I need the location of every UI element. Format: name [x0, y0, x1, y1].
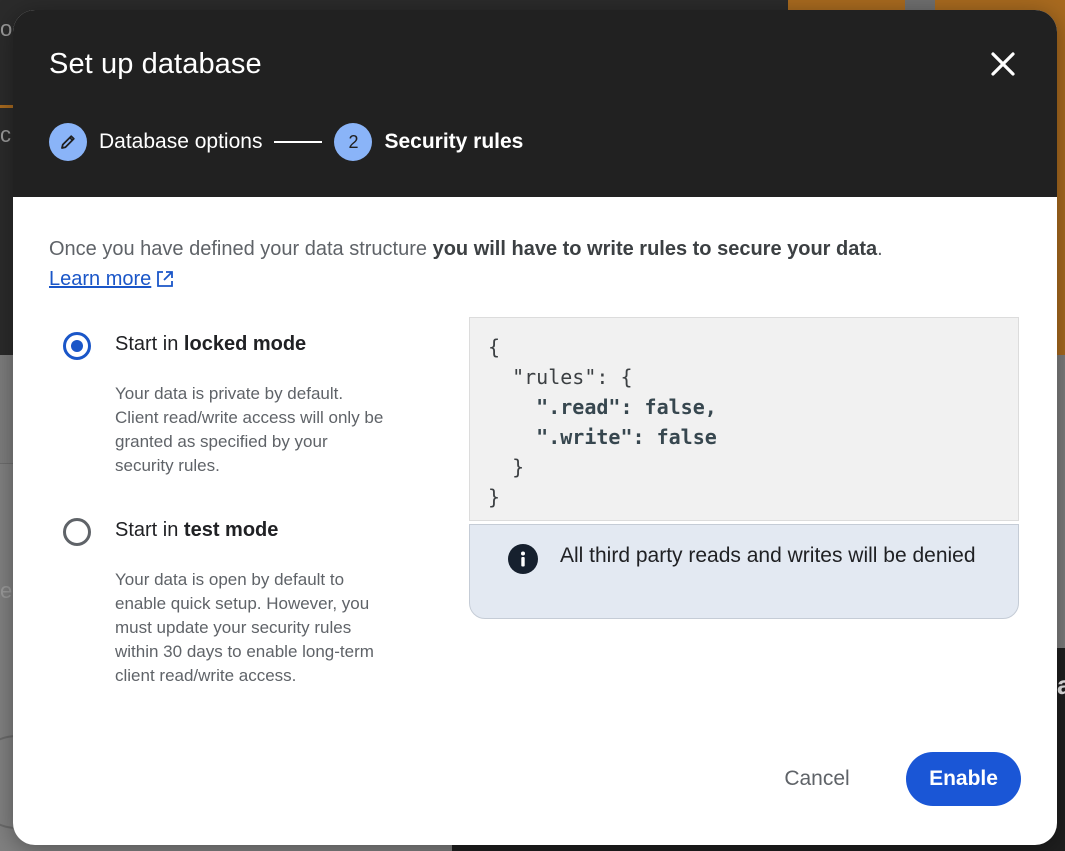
step-connector [274, 141, 323, 143]
intro-text-bold: you will have to write rules to secure y… [432, 238, 878, 260]
description-line: Client read/write access will only be [115, 408, 384, 427]
option-prefix: Start in [115, 333, 184, 355]
step-label-security-rules: Security rules [384, 130, 524, 153]
description-line: security rules. [115, 456, 220, 475]
option-title-test: Start in test mode [115, 519, 278, 542]
dialog-title: Set up database [49, 48, 262, 80]
radio-test-mode[interactable] [63, 518, 91, 546]
info-text: All third party reads and writes will be… [560, 544, 976, 567]
description-line: Your data is open by default to [115, 570, 345, 589]
option-description-test: Your data is open by default to enable q… [115, 568, 415, 688]
learn-more-label: Learn more [49, 268, 152, 290]
radio-locked-mode[interactable] [63, 332, 91, 360]
option-prefix: Start in [115, 519, 184, 541]
intro-text-before: Once you have defined your data structur… [49, 238, 433, 260]
description-line: granted as specified by your [115, 432, 328, 451]
code-line: "rules": { [488, 365, 633, 389]
option-test-mode[interactable]: Start in test mode Your data is open by … [63, 518, 423, 698]
background-accent-line [0, 105, 14, 108]
option-title-locked: Start in locked mode [115, 333, 306, 356]
option-description-locked: Your data is private by default. Client … [115, 382, 415, 478]
description-line: must update your security rules [115, 618, 352, 637]
code-line: } [488, 455, 525, 479]
code-line: ".write": false [488, 425, 717, 449]
intro-sentence: Once you have defined your data structur… [49, 234, 1009, 264]
cancel-button[interactable]: Cancel [761, 752, 873, 806]
info-glyph [521, 551, 525, 567]
step-number-indicator: 2 [334, 123, 373, 161]
background-fragment: o [0, 16, 13, 41]
code-line: ".read": false, [488, 395, 717, 419]
description-line: client read/write access. [115, 666, 297, 685]
description-line: enable quick setup. However, you [115, 594, 370, 613]
background-fragment: c [0, 122, 11, 147]
description-line: within 30 days to enable long-term [115, 642, 374, 661]
code-line: { [488, 335, 501, 359]
info-banner: All third party reads and writes will be… [469, 524, 1019, 619]
background-fragment: a [1057, 670, 1065, 700]
enable-button[interactable]: Enable [906, 752, 1021, 806]
learn-more-link[interactable]: Learn more [49, 264, 175, 294]
option-locked-mode[interactable]: Start in locked mode Your data is privat… [63, 332, 423, 492]
setup-database-dialog: Set up database Database options 2 Secur… [13, 10, 1057, 845]
intro-text: Once you have defined your data structur… [49, 234, 1009, 294]
close-button[interactable] [985, 46, 1021, 82]
option-mode-name: locked mode [183, 333, 307, 355]
step-label-database-options: Database options [99, 130, 263, 153]
dialog-header: Set up database Database options 2 Secur… [13, 10, 1057, 197]
option-mode-name: test mode [183, 519, 279, 541]
info-icon [508, 544, 538, 574]
open-in-new-icon [157, 271, 174, 287]
description-line: Your data is private by default. [115, 384, 344, 403]
rules-code-block: { "rules": { ".read": false, ".write": f… [469, 317, 1019, 521]
close-icon [991, 52, 1015, 76]
pencil-icon [61, 135, 75, 149]
stepper: Database options 2 Security rules [49, 123, 523, 161]
step-completed-indicator [49, 123, 87, 161]
intro-text-after: . [877, 238, 883, 260]
code-line: } [488, 485, 501, 509]
learn-more-row: Learn more [49, 264, 1009, 294]
